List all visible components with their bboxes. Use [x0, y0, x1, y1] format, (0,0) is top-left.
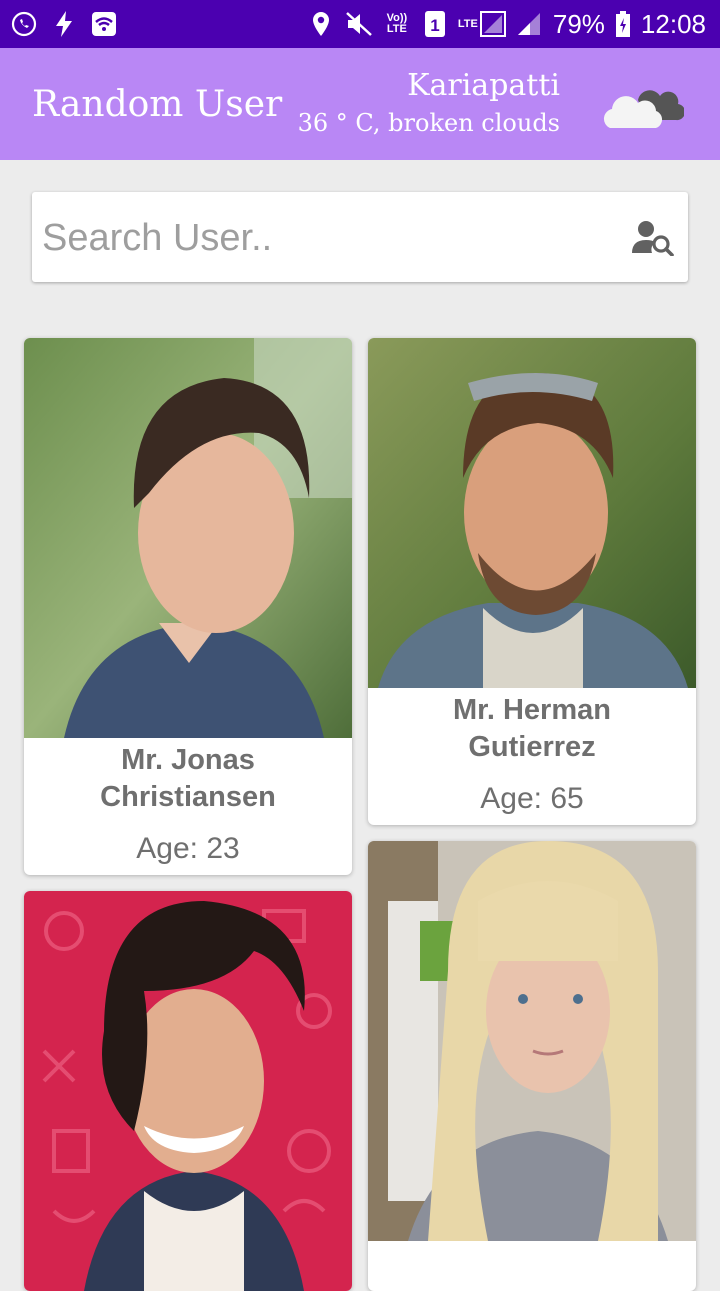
user-age: Age: 65: [480, 782, 584, 815]
app-title: Random User: [32, 84, 283, 125]
flash-icon: [50, 10, 78, 38]
user-card-jonas[interactable]: Mr. Jonas Christiansen Age: 23: [24, 338, 352, 875]
user-name-line2: Christiansen: [100, 781, 276, 813]
weather-city: Kariapatti: [407, 68, 560, 103]
lte-label: LTE: [457, 17, 478, 30]
wifi-icon: [90, 10, 118, 38]
lte-signal-icon: LTE: [457, 10, 506, 38]
app-bar: Random User Kariapatti 36 ° C, broken cl…: [0, 48, 720, 160]
user-photo: [368, 338, 696, 688]
volte-icon: Vo)) LTE: [386, 12, 408, 35]
user-name-line2: Gutierrez: [468, 731, 596, 763]
cloud-icon: [600, 78, 686, 134]
user-name-line1: Mr. Jonas: [121, 744, 255, 776]
search-box: [32, 192, 688, 282]
sim-1-icon: 1: [421, 10, 449, 38]
user-card-herman[interactable]: Mr. Herman Gutierrez Age: 65: [368, 338, 696, 825]
mute-icon: [345, 10, 373, 38]
whatsapp-icon: [10, 10, 38, 38]
user-age: Age: 23: [136, 832, 240, 865]
user-card-3[interactable]: [24, 891, 352, 1291]
signal-icon: [515, 10, 543, 38]
user-name-line1: Mr. Herman: [453, 694, 611, 726]
user-photo: [24, 891, 352, 1291]
search-input[interactable]: [40, 212, 604, 264]
user-search-icon[interactable]: [632, 220, 674, 257]
user-photo: [368, 841, 696, 1241]
sim-slot-number: 1: [430, 16, 439, 35]
weather-condition: 36 ° C, broken clouds: [297, 109, 560, 137]
battery-percent: 79%: [552, 8, 605, 39]
user-photo: [24, 338, 352, 738]
user-card-4[interactable]: [368, 841, 696, 1291]
battery-icon: [615, 10, 631, 38]
weather-info: Kariapatti 36 ° C, broken clouds: [298, 68, 560, 137]
clock: 12:08: [640, 8, 706, 39]
location-icon: [307, 10, 335, 38]
status-bar: Vo)) LTE 1 LTE 79% 12:08: [0, 0, 720, 48]
